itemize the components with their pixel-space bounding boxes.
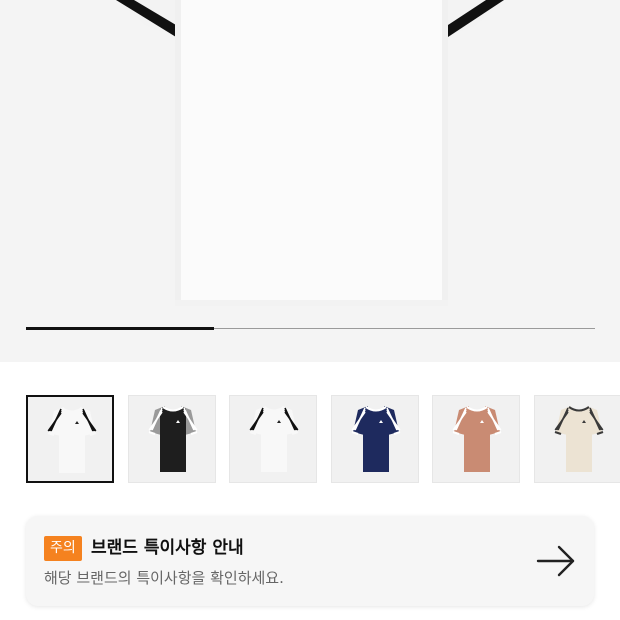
caution-badge: 주의 bbox=[44, 536, 82, 561]
tshirt-thumbnail-icon bbox=[351, 406, 400, 472]
carousel-progress-fill bbox=[26, 327, 214, 330]
color-thumbnail-terracotta-white-stripes[interactable] bbox=[432, 395, 520, 483]
color-thumbnail-navy-white-stripes[interactable] bbox=[330, 395, 419, 483]
tshirt-thumbnail-icon bbox=[554, 406, 603, 472]
color-thumbnail-list bbox=[26, 395, 620, 483]
product-image-area[interactable] bbox=[0, 0, 620, 362]
notice-description: 해당 브랜드의 특이사항을 확인하세요. bbox=[44, 569, 284, 587]
tshirt-thumbnail-icon bbox=[249, 406, 299, 472]
brand-notice-card[interactable]: 주의 브랜드 특이사항 안내 해당 브랜드의 특이사항을 확인하세요. bbox=[26, 516, 594, 606]
color-thumbnail-white-black-stripes-2[interactable] bbox=[229, 395, 317, 483]
tshirt-thumbnail-icon bbox=[148, 406, 197, 472]
color-thumbnail-cream-dark-stripes[interactable] bbox=[533, 395, 620, 483]
notice-title: 브랜드 특이사항 안내 bbox=[91, 538, 244, 558]
tshirt-thumbnail-icon bbox=[452, 406, 502, 472]
color-thumbnail-white-black-stripes[interactable] bbox=[26, 395, 114, 483]
arrow-right-icon[interactable] bbox=[536, 544, 576, 578]
carousel-progress-track[interactable] bbox=[26, 327, 595, 330]
tshirt-main-image[interactable] bbox=[0, 0, 620, 362]
tshirt-thumbnail-icon bbox=[47, 407, 97, 473]
color-thumbnail-black-white-stripes[interactable] bbox=[127, 395, 216, 483]
